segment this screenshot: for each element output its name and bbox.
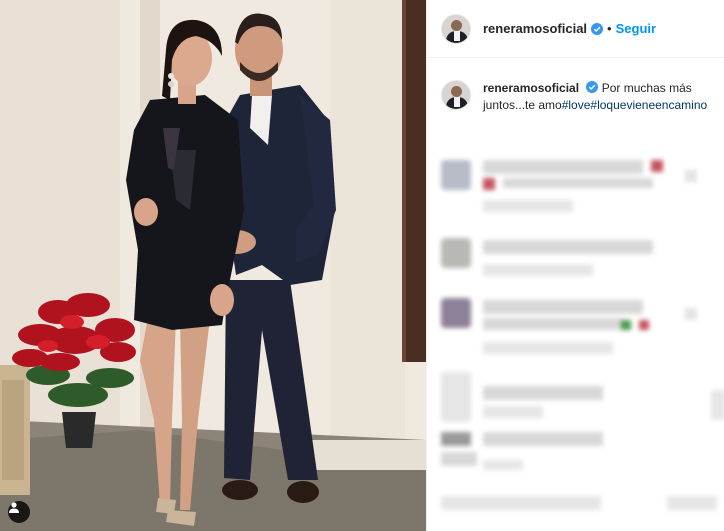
post-caption: reneramosoficial Por muchas más juntos..… bbox=[427, 58, 724, 114]
couple-photo-illustration bbox=[0, 0, 426, 531]
comments-blurred bbox=[427, 140, 724, 531]
verified-badge-icon bbox=[586, 81, 599, 93]
caption-avatar[interactable] bbox=[441, 80, 471, 110]
separator-dot: • bbox=[607, 21, 612, 36]
user-tag-icon[interactable] bbox=[8, 501, 30, 523]
avatar[interactable] bbox=[441, 13, 471, 44]
hashtag-love[interactable]: #love bbox=[562, 98, 591, 112]
hashtag-loquevieneencamino[interactable]: #loquevieneencamino bbox=[590, 98, 707, 112]
post-photo[interactable] bbox=[0, 0, 426, 531]
caption-username[interactable]: reneramosoficial bbox=[483, 81, 579, 95]
instagram-post: reneramosoficial • Seguir reneramosofici… bbox=[0, 0, 724, 531]
header-username[interactable]: reneramosoficial bbox=[483, 21, 587, 36]
follow-button[interactable]: Seguir bbox=[616, 21, 656, 36]
post-header: reneramosoficial • Seguir bbox=[427, 0, 724, 58]
verified-badge-icon bbox=[591, 22, 604, 35]
post-side-panel: reneramosoficial • Seguir reneramosofici… bbox=[426, 0, 724, 531]
caption-text: reneramosoficial Por muchas más juntos..… bbox=[483, 80, 710, 114]
